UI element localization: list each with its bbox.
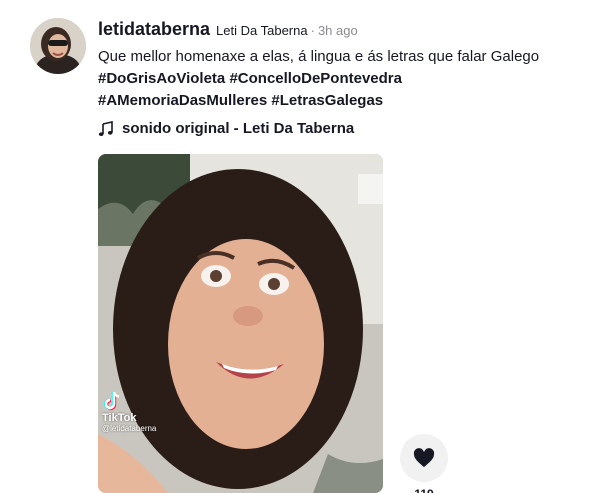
video-player[interactable]: TikTok @letidataberna bbox=[98, 154, 383, 493]
tiktok-watermark: TikTok @letidataberna bbox=[102, 390, 156, 433]
header-separator: · bbox=[310, 23, 315, 38]
music-link[interactable]: sonido original - Leti Da Taberna bbox=[98, 120, 354, 137]
like-count: 119 bbox=[400, 487, 448, 493]
music-note-icon bbox=[98, 120, 113, 136]
hashtag-link[interactable]: #AMemoriaDasMulleres bbox=[98, 92, 267, 109]
post-header: letidataberna Leti Da Taberna · 3h ago bbox=[98, 19, 358, 40]
author-username[interactable]: letidataberna bbox=[98, 19, 210, 40]
watermark-handle: @letidataberna bbox=[102, 424, 157, 433]
video-thumbnail bbox=[98, 154, 383, 493]
author-nickname: Leti Da Taberna bbox=[216, 23, 308, 38]
hashtag-link[interactable]: #ConcelloDePontevedra bbox=[229, 70, 402, 87]
post-time: 3h ago bbox=[317, 23, 358, 38]
tiktok-logo-icon bbox=[103, 391, 120, 411]
post-caption: Que mellor homenaxe a elas, á lingua e á… bbox=[98, 46, 588, 112]
music-title: sonido original - Leti Da Taberna bbox=[122, 120, 355, 137]
avatar-photo bbox=[30, 18, 86, 74]
like-button[interactable] bbox=[400, 434, 448, 482]
watermark-brand: TikTok bbox=[102, 412, 137, 424]
heart-icon bbox=[413, 448, 435, 468]
author-avatar[interactable] bbox=[30, 18, 86, 74]
caption-text: Que mellor homenaxe a elas, á lingua e á… bbox=[98, 48, 540, 65]
hashtag-link[interactable]: #LetrasGalegas bbox=[271, 92, 383, 109]
hashtag-link[interactable]: #DoGrisAoVioleta bbox=[98, 70, 225, 87]
